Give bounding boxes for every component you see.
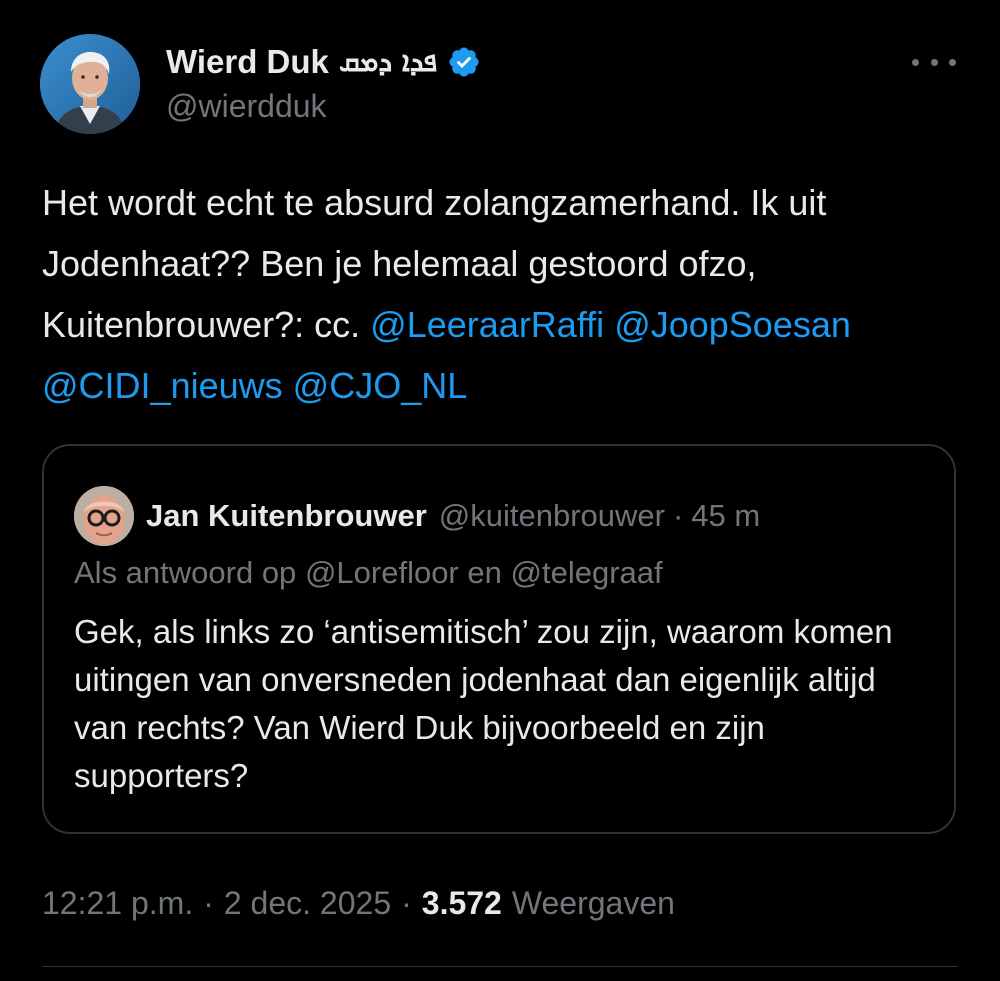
author-avatar[interactable] xyxy=(40,34,140,134)
verified-badge-icon[interactable] xyxy=(447,45,481,79)
quoted-tweet-header: Jan Kuitenbrouwer @kuitenbrouwer · 45 m xyxy=(146,486,760,546)
more-horizontal-icon xyxy=(912,58,919,66)
reply-joiner: en xyxy=(467,555,502,590)
reply-mention[interactable]: @telegraaf xyxy=(511,555,663,590)
quoted-author-avatar[interactable] xyxy=(74,486,134,546)
reply-context: Als antwoord op @Lorefloor en @telegraaf xyxy=(74,552,663,594)
tweet-text: Het wordt echt te absurd zolangzamerhand… xyxy=(42,172,962,416)
mention-link[interactable]: @LeeraarRaffi xyxy=(370,304,604,345)
tweet-time[interactable]: 12:21 p.m. xyxy=(42,885,193,922)
author-name-suffix: ܦܕܐ ܕܡܩ xyxy=(338,45,438,78)
tweet-meta: 12:21 p.m. · 2 dec. 2025 · 3.572 Weergav… xyxy=(42,878,675,928)
mention-link[interactable]: @CJO_NL xyxy=(293,365,468,406)
views-label[interactable]: Weergaven xyxy=(512,885,675,922)
tweet: Wierd Duk ܦܕܐ ܕܡܩ @wierdduk Het wordt ec… xyxy=(0,0,1000,981)
mention-link[interactable]: @JoopSoesan xyxy=(614,304,851,345)
tweet-text-segment xyxy=(283,365,293,406)
quoted-author-name[interactable]: Jan Kuitenbrouwer xyxy=(146,498,427,534)
author-name-row[interactable]: Wierd Duk ܦܕܐ ܕܡܩ xyxy=(166,40,481,84)
mention-link[interactable]: @CIDI_nieuws xyxy=(42,365,283,406)
quoted-tweet-card[interactable]: Jan Kuitenbrouwer @kuitenbrouwer · 45 m … xyxy=(42,444,956,834)
more-horizontal-icon xyxy=(930,58,938,66)
views-count[interactable]: 3.572 xyxy=(422,885,502,922)
quoted-tweet-text: Gek, als links zo ‘antisemitisch’ zou zi… xyxy=(74,613,893,794)
tweet-date[interactable]: 2 dec. 2025 xyxy=(224,885,391,922)
separator-dot: · xyxy=(672,498,684,533)
author-name[interactable]: Wierd Duk xyxy=(166,43,329,81)
author-handle[interactable]: @wierdduk xyxy=(166,88,327,125)
divider xyxy=(42,966,958,967)
author-avatar-image xyxy=(40,34,140,134)
separator-dot: · xyxy=(203,884,214,921)
reply-prefix: Als antwoord op xyxy=(74,555,297,590)
quoted-author-handle[interactable]: @kuitenbrouwer xyxy=(439,498,665,534)
more-options-button[interactable] xyxy=(912,48,956,76)
quoted-tweet-time[interactable]: 45 m xyxy=(691,498,760,534)
more-horizontal-icon xyxy=(949,58,956,66)
separator-dot: · xyxy=(401,884,412,921)
tweet-text-segment xyxy=(604,304,614,345)
reply-mention[interactable]: @Lorefloor xyxy=(305,555,459,590)
quoted-author-avatar-image xyxy=(74,486,134,546)
